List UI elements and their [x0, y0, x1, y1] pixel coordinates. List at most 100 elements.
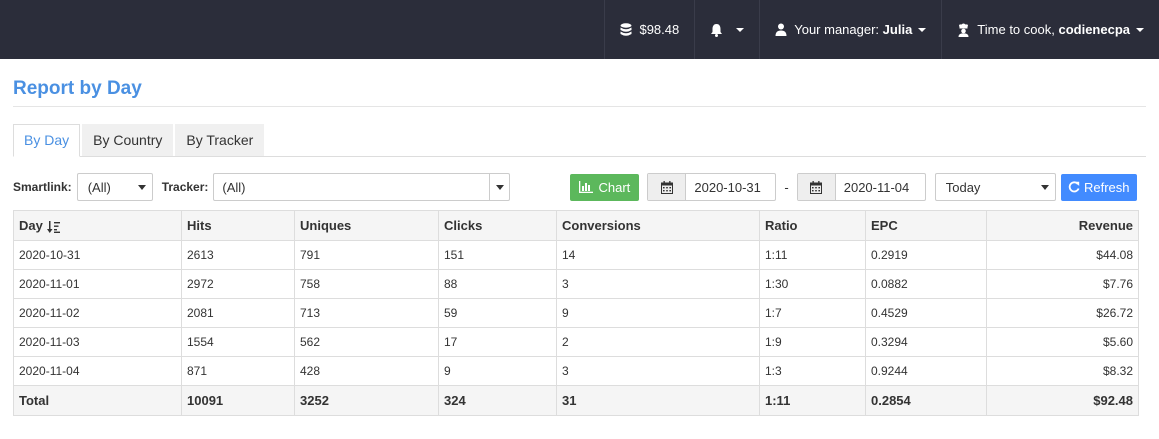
balance-value: $98.48 [639, 22, 680, 37]
chef-icon [957, 23, 970, 37]
tab-by-tracker[interactable]: By Tracker [175, 124, 265, 156]
cell-day: 2020-11-01 [13, 269, 182, 299]
cell-ratio: 1:7 [759, 298, 866, 328]
date-separator: - [784, 179, 789, 195]
cell-clicks: 88 [438, 269, 557, 299]
chevron-down-icon [1040, 184, 1049, 190]
cell-uniques: 562 [294, 327, 439, 357]
date-to-field[interactable]: 2020-11-04 [796, 173, 926, 201]
cell-hits: 2081 [181, 298, 295, 328]
chart-button[interactable]: Chart [570, 173, 640, 201]
cell-revenue: $7.76 [986, 269, 1139, 299]
calendar-icon[interactable] [797, 174, 836, 200]
date-from-value[interactable]: 2020-10-31 [686, 174, 775, 200]
total-ratio: 1:11 [759, 385, 866, 416]
refresh-icon [1068, 181, 1080, 193]
tab-by-country[interactable]: By Country [82, 124, 174, 156]
cell-revenue: $8.32 [986, 356, 1139, 386]
column-header-revenue[interactable]: Revenue [986, 210, 1139, 241]
user-prefix: Time to cook, [977, 22, 1055, 37]
column-header-hits[interactable]: Hits [181, 210, 295, 241]
report-table: Day Hits Uniques Clicks Conversions Rati… [13, 210, 1139, 416]
cell-conversions: 3 [556, 356, 760, 386]
cell-ratio: 1:3 [759, 356, 866, 386]
column-header-day[interactable]: Day [13, 210, 182, 241]
cell-hits: 2613 [181, 240, 295, 270]
table-row: 2020-11-02 2081 713 59 9 1:7 0.4529 $26.… [13, 298, 1139, 328]
tab-by-day[interactable]: By Day [13, 124, 81, 157]
cell-epc: 0.2919 [865, 240, 987, 270]
manager-dropdown[interactable]: Your manager: Julia [759, 0, 941, 59]
sort-desc-icon[interactable] [46, 220, 60, 233]
smartlink-value: (All) [87, 179, 111, 195]
database-icon [620, 22, 632, 37]
cell-hits: 1554 [181, 327, 295, 357]
total-clicks: 324 [438, 385, 557, 416]
cell-clicks: 151 [438, 240, 557, 270]
date-from-field[interactable]: 2020-10-31 [647, 173, 777, 201]
tracker-value: (All) [222, 179, 246, 195]
balance-display[interactable]: $98.48 [604, 0, 694, 59]
user-dropdown[interactable]: Time to cook, codienecpa [941, 0, 1159, 59]
period-value: Today [945, 179, 981, 195]
period-select[interactable]: Today [934, 173, 1056, 201]
total-hits: 10091 [181, 385, 295, 416]
filter-bar: Smartlink: (All) Tracker: (All) Chart 20… [13, 172, 1146, 202]
column-header-conversions[interactable]: Conversions [556, 210, 760, 241]
calendar-icon[interactable] [648, 174, 687, 200]
refresh-button-label: Refresh [1083, 179, 1130, 195]
cell-day: 2020-11-04 [13, 356, 182, 386]
total-revenue: $92.48 [986, 385, 1139, 416]
table-total-row: Total 10091 3252 324 31 1:11 0.2854 $92.… [13, 385, 1139, 416]
refresh-button[interactable]: Refresh [1060, 173, 1137, 201]
cell-ratio: 1:9 [759, 327, 866, 357]
manager-prefix: Your manager: [794, 22, 880, 37]
cell-revenue: $26.72 [986, 298, 1139, 328]
tracker-dropdown-toggle[interactable] [489, 174, 509, 200]
cell-revenue: $44.08 [986, 240, 1139, 270]
report-tabs: By Day By Country By Tracker [13, 124, 1146, 157]
cell-epc: 0.4529 [865, 298, 987, 328]
column-header-clicks[interactable]: Clicks [438, 210, 557, 241]
table-row: 2020-11-01 2972 758 88 3 1:30 0.0882 $7.… [13, 269, 1139, 299]
chevron-down-icon [495, 184, 504, 190]
cell-hits: 2972 [181, 269, 295, 299]
cell-ratio: 1:30 [759, 269, 866, 299]
cell-clicks: 9 [438, 356, 557, 386]
tracker-label: Tracker: [161, 180, 209, 194]
notifications-dropdown[interactable] [694, 0, 759, 59]
cell-conversions: 14 [556, 240, 760, 270]
cell-conversions: 3 [556, 269, 760, 299]
top-navbar: $98.48 Your manager: Julia Time to cook,… [0, 0, 1159, 59]
chevron-down-icon [736, 27, 745, 32]
total-epc: 0.2854 [865, 385, 987, 416]
table-header-row: Day Hits Uniques Clicks Conversions Rati… [13, 210, 1139, 241]
total-label: Total [13, 385, 182, 416]
cell-epc: 0.9244 [865, 356, 987, 386]
cell-clicks: 59 [438, 298, 557, 328]
table-row: 2020-10-31 2613 791 151 14 1:11 0.2919 $… [13, 240, 1139, 270]
table-row: 2020-11-03 1554 562 17 2 1:9 0.3294 $5.6… [13, 327, 1139, 357]
column-header-epc[interactable]: EPC [865, 210, 987, 241]
cell-ratio: 1:11 [759, 240, 866, 270]
manager-name: Julia [882, 22, 913, 37]
total-uniques: 3252 [294, 385, 439, 416]
chevron-down-icon [918, 27, 927, 32]
cell-day: 2020-11-02 [13, 298, 182, 328]
smartlink-select[interactable]: (All) [76, 173, 153, 201]
page-title: Report by Day [13, 59, 1146, 107]
tracker-select[interactable]: (All) [213, 173, 511, 201]
date-to-value[interactable]: 2020-11-04 [836, 174, 925, 200]
table-row: 2020-11-04 871 428 9 3 1:3 0.9244 $8.32 [13, 356, 1139, 386]
user-name: codienecpa [1058, 22, 1130, 37]
chevron-down-icon [1136, 27, 1144, 32]
column-header-day-label: Day [19, 218, 43, 233]
column-header-uniques[interactable]: Uniques [294, 210, 439, 241]
chart-button-label: Chart [598, 179, 631, 195]
cell-conversions: 2 [556, 327, 760, 357]
cell-uniques: 428 [294, 356, 439, 386]
column-header-ratio[interactable]: Ratio [759, 210, 866, 241]
bar-chart-icon [579, 181, 594, 193]
cell-epc: 0.3294 [865, 327, 987, 357]
cell-day: 2020-11-03 [13, 327, 182, 357]
